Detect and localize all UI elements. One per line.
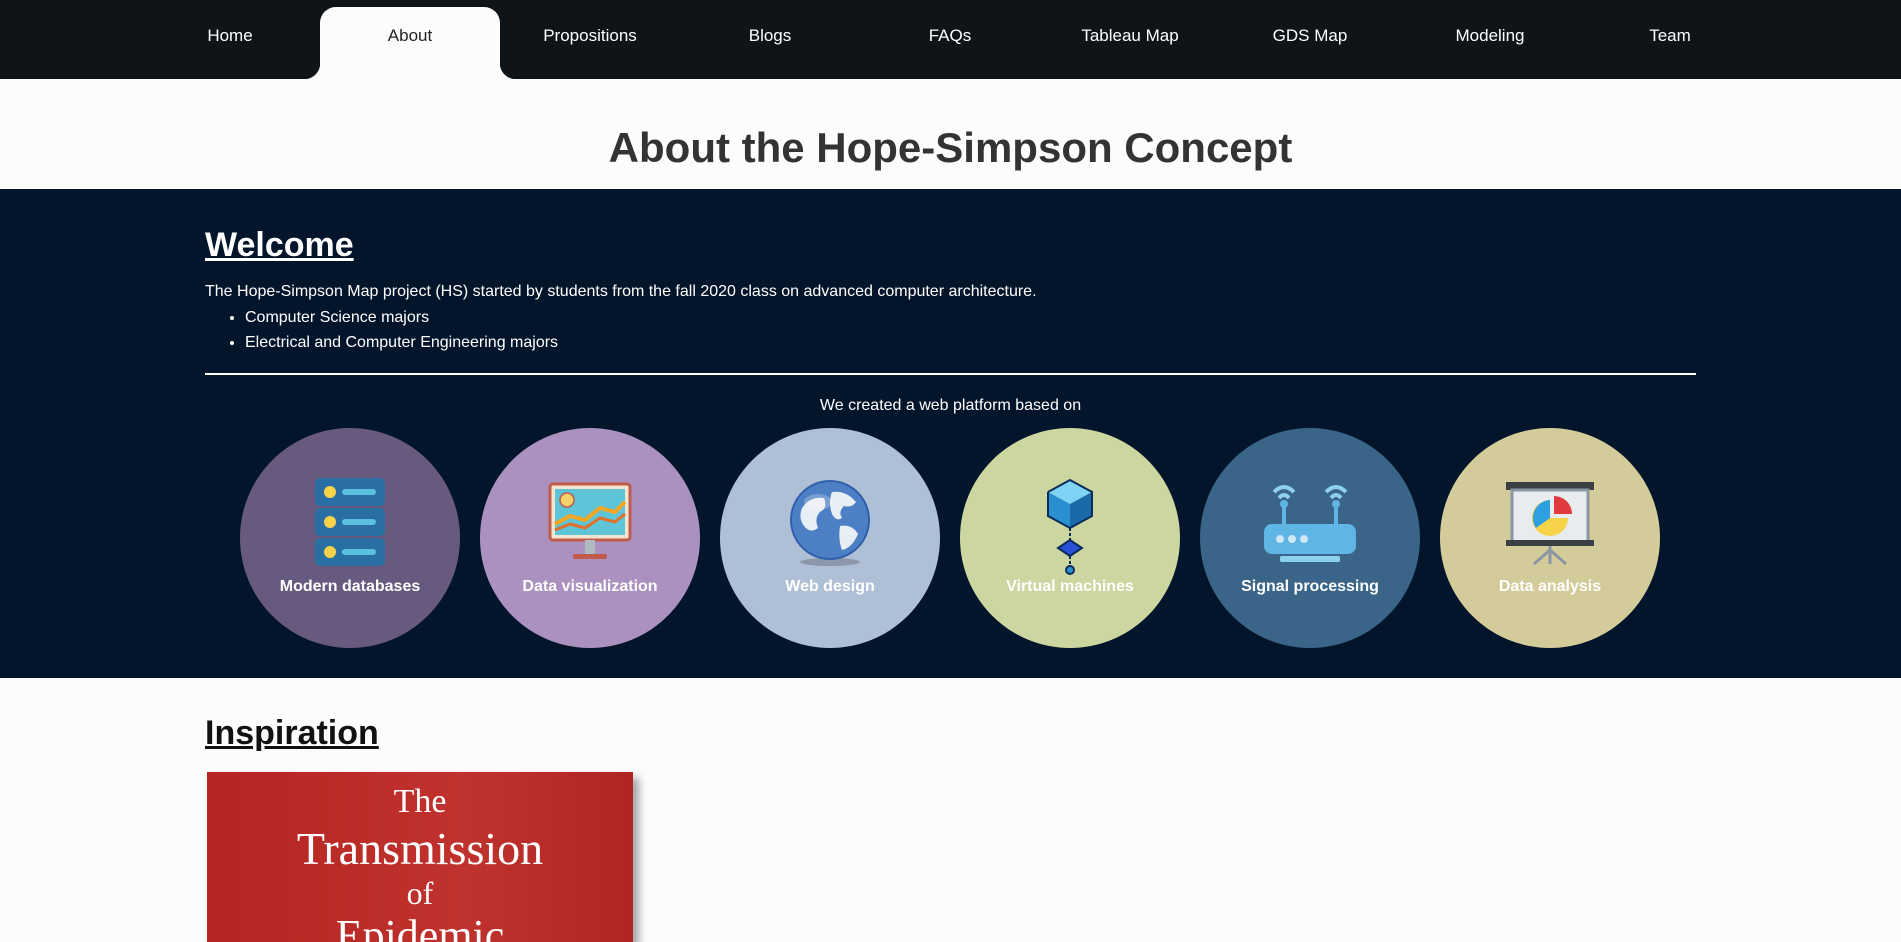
nav-blogs[interactable]: Blogs [680,7,860,79]
nav-faqs[interactable]: FAQs [860,7,1040,79]
majors-list: Computer Science majors Electrical and C… [205,305,558,355]
topic-label: Virtual machines [1006,578,1134,595]
page-title: About the Hope-Simpson Concept [608,124,1293,171]
topic-label: Data visualization [522,578,658,595]
topic-label: Modern databases [279,578,421,595]
book-title-line: Epidemic [335,911,505,942]
nav-modeling[interactable]: Modeling [1400,7,1580,79]
router-icon [1264,485,1356,562]
welcome-section: Welcome The Hope-Simpson Map project (HS… [0,189,1901,678]
monitor-chart-icon [548,482,632,559]
divider [205,373,1696,375]
nav-tableau-map[interactable]: Tableau Map [1040,7,1220,79]
nav-about[interactable]: About [304,7,516,79]
topic-label: Web design [785,578,875,595]
platform-text: We created a web platform based on [819,397,1082,414]
nav-propositions[interactable]: Propositions [500,7,680,79]
intro-text: The Hope-Simpson Map project (HS) starte… [205,283,1037,300]
topic-label: Data analysis [1498,578,1602,595]
topic-label: Signal processing [1241,578,1379,595]
welcome-heading: Welcome [205,226,354,264]
book-cover-image: The Transmission of Epidemic [207,772,633,942]
topic-web-design[interactable]: Web design [720,428,940,648]
inspiration-heading: Inspiration [205,714,379,752]
book-title-line: of [406,875,434,911]
cube-node-icon [1047,478,1093,575]
top-nav: Home About Propositions Blogs FAQs Table… [0,0,1901,79]
topic-virtual-machines[interactable]: Virtual machines [960,428,1180,648]
database-icon [315,478,385,566]
topic-data-visualization[interactable]: Data visualization [480,428,700,648]
topic-signal-processing[interactable]: Signal processing [1200,428,1420,648]
topic-data-analysis[interactable]: Data analysis [1440,428,1660,648]
globe-icon [790,480,870,566]
list-item: Computer Science majors [245,305,558,330]
book-title-line: The [393,783,447,820]
nav-team[interactable]: Team [1580,7,1760,79]
list-item: Electrical and Computer Engineering majo… [245,330,558,355]
book-title-line: Transmission [296,823,544,874]
presentation-chart-icon [1506,482,1594,566]
nav-gds-map[interactable]: GDS Map [1220,7,1400,79]
nav-home[interactable]: Home [140,7,320,79]
topic-modern-databases[interactable]: Modern databases [240,428,460,648]
